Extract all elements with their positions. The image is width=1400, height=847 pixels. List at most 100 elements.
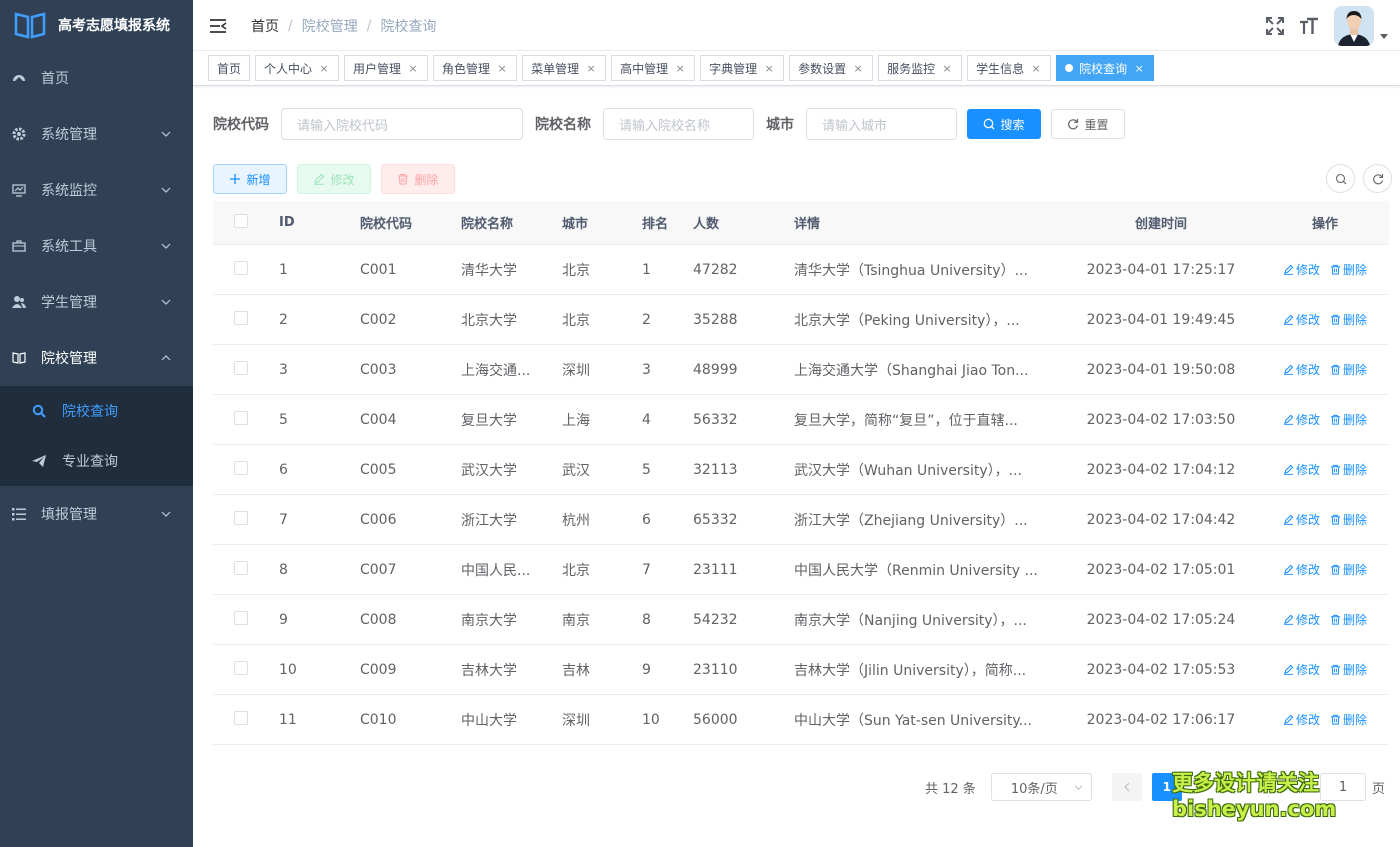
row-checkbox[interactable] [234,261,248,275]
page-size-select[interactable]: 10条/页 [990,773,1092,801]
row-delete-button[interactable]: 删除 [1330,461,1367,478]
close-icon[interactable]: × [318,62,330,75]
college-name-input[interactable]: 请输入院校名称 [603,108,754,140]
breadcrumb-home[interactable]: 首页 [251,16,279,36]
hamburger-icon[interactable] [209,17,227,35]
row-checkbox[interactable] [234,311,248,325]
row-checkbox[interactable] [234,611,248,625]
search-button[interactable]: 搜索 [967,109,1041,139]
row-select-cell [213,410,279,429]
prev-page-button[interactable] [1111,773,1142,801]
sidebar-item-monitor[interactable]: 系统监控 [0,162,193,218]
close-icon[interactable]: × [1030,62,1042,75]
row-edit-button[interactable]: 修改 [1283,361,1320,378]
row-checkbox[interactable] [234,661,248,675]
trash-icon [1330,464,1343,475]
fullscreen-icon[interactable] [1264,15,1286,37]
trash-icon [1330,314,1343,325]
row-checkbox[interactable] [234,411,248,425]
logo[interactable]: 高考志愿填报系统 [0,0,193,50]
row-checkbox[interactable] [234,511,248,525]
add-button[interactable]: 新增 [213,164,287,194]
delete-button[interactable]: 删除 [381,164,455,194]
row-delete-button[interactable]: 删除 [1330,261,1367,278]
edit-icon [1283,414,1296,425]
cell-city: 北京 [562,562,590,579]
cell-time: 2023-04-02 17:05:24 [1086,611,1236,628]
row-delete-button[interactable]: 删除 [1330,511,1367,528]
avatar[interactable] [1334,6,1374,46]
toggle-search-button[interactable] [1326,164,1355,193]
row-edit-button[interactable]: 修改 [1283,711,1320,728]
row-checkbox[interactable] [234,461,248,475]
reset-button[interactable]: 重置 [1051,109,1125,139]
tag-item[interactable]: 服务监控 × [878,55,963,81]
sidebar-item-home[interactable]: 首页 [0,50,193,106]
cell-city: 深圳 [562,712,590,729]
cell-time: 2023-04-01 19:49:45 [1086,311,1236,328]
row-delete-button[interactable]: 删除 [1330,611,1367,628]
font-size-icon[interactable] [1298,15,1320,37]
trash-icon [1330,364,1343,375]
sidebar-subitem-college-search[interactable]: 院校查询 [0,386,193,436]
row-edit-button[interactable]: 修改 [1283,261,1320,278]
row-edit-button[interactable]: 修改 [1283,611,1320,628]
cell-id: 5 [279,411,288,428]
close-icon[interactable]: × [496,62,508,75]
tag-item[interactable]: 个人中心 × [255,55,340,81]
sidebar-subitem-label: 专业查询 [62,454,118,470]
sidebar-subitem-major-search[interactable]: 专业查询 [0,436,193,486]
sidebar-item-apply[interactable]: 填报管理 [0,486,193,542]
trash-icon [398,173,409,185]
tag-item[interactable]: 角色管理 × [433,55,518,81]
tag-item[interactable]: 参数设置 × [789,55,874,81]
caret-down-icon[interactable] [1380,32,1388,40]
chevron-left-icon [1123,782,1130,792]
row-delete-button[interactable]: 删除 [1330,561,1367,578]
row-edit-button[interactable]: 修改 [1283,661,1320,678]
cell-count: 35288 [693,311,738,328]
search-button-label: 搜索 [1000,117,1025,132]
row-edit-button[interactable]: 修改 [1283,461,1320,478]
row-delete-button[interactable]: 删除 [1330,661,1367,678]
row-delete-button[interactable]: 删除 [1330,311,1367,328]
row-edit-button[interactable]: 修改 [1283,411,1320,428]
tag-item[interactable]: 菜单管理 × [522,55,607,81]
active-dot-icon [1065,64,1074,72]
row-checkbox[interactable] [234,711,248,725]
tag-item[interactable]: 字典管理 × [700,55,785,81]
close-icon[interactable]: × [407,62,419,75]
close-icon[interactable]: × [852,62,864,75]
column-header-name: 院校名称 [461,217,514,232]
row-delete-button[interactable]: 删除 [1330,411,1367,428]
close-icon[interactable]: × [674,62,686,75]
row-delete-button[interactable]: 删除 [1330,361,1367,378]
row-edit-button[interactable]: 修改 [1283,311,1320,328]
tag-item[interactable]: 用户管理 × [344,55,429,81]
row-delete-button[interactable]: 删除 [1330,711,1367,728]
city-input[interactable]: 请输入城市 [806,108,957,140]
row-checkbox[interactable] [234,561,248,575]
close-icon[interactable]: × [585,62,597,75]
sidebar-item-colleges[interactable]: 院校管理 [0,330,193,386]
sidebar-item-students[interactable]: 学生管理 [0,274,193,330]
tag-item[interactable]: 高中管理 × [611,55,696,81]
row-edit-button[interactable]: 修改 [1283,511,1320,528]
row-edit-button[interactable]: 修改 [1283,561,1320,578]
tag-item[interactable]: 院校查询 × [1056,55,1155,81]
column-header-time: 创建时间 [1134,217,1187,232]
tag-label: 院校查询 [1079,61,1128,76]
close-icon[interactable]: × [941,62,953,75]
tag-item[interactable]: 首页 [208,55,251,81]
submenu-colleges: 院校查询 专业查询 [0,386,193,486]
row-checkbox[interactable] [234,361,248,375]
college-code-input[interactable]: 请输入院校代码 [281,108,523,140]
sidebar-item-system[interactable]: 系统管理 [0,106,193,162]
sidebar-item-tools[interactable]: 系统工具 [0,218,193,274]
edit-button[interactable]: 修改 [297,164,371,194]
tag-item[interactable]: 学生信息 × [967,55,1052,81]
close-icon[interactable]: × [1133,62,1145,75]
close-icon[interactable]: × [763,62,775,75]
select-all-checkbox[interactable] [234,214,248,228]
refresh-button[interactable] [1363,164,1392,193]
